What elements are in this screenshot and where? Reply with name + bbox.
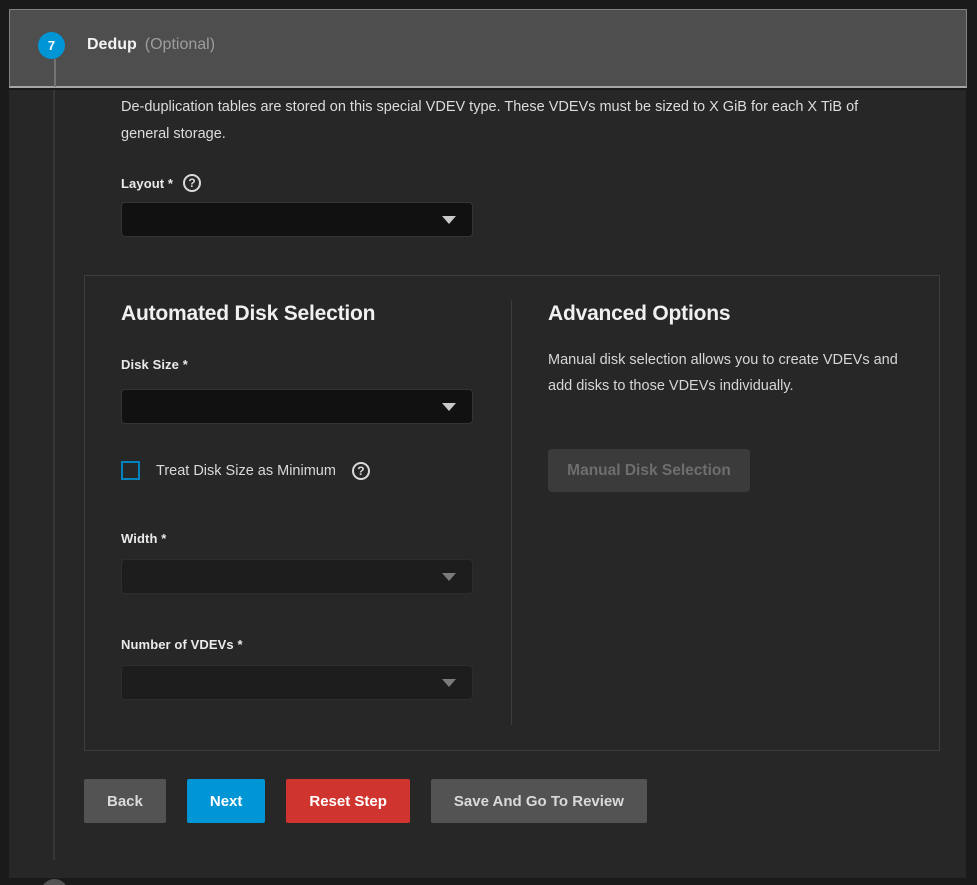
stepper-connector-line xyxy=(53,90,55,860)
next-button[interactable]: Next xyxy=(187,779,266,823)
automated-section-title: Automated Disk Selection xyxy=(121,302,375,326)
manual-disk-selection-button[interactable]: Manual Disk Selection xyxy=(548,449,750,492)
treat-disk-size-minimum-row: Treat Disk Size as Minimum ? xyxy=(121,461,370,480)
number-of-vdevs-label: Number of VDEVs * xyxy=(121,637,243,652)
treat-disk-size-minimum-checkbox[interactable] xyxy=(121,461,140,480)
width-label-row: Width * xyxy=(121,531,166,546)
step-optional-label: (Optional) xyxy=(145,36,215,54)
advanced-section-title: Advanced Options xyxy=(548,302,730,326)
help-icon[interactable]: ? xyxy=(183,174,201,192)
reset-step-button[interactable]: Reset Step xyxy=(286,779,410,823)
dropdown-arrow-icon xyxy=(442,216,456,224)
layout-label: Layout * xyxy=(121,176,173,191)
next-step-circle xyxy=(41,879,68,885)
step-description: De-duplication tables are stored on this… xyxy=(121,94,903,148)
step-number-badge: 7 xyxy=(38,32,65,59)
card-divider xyxy=(511,300,512,725)
advanced-section-description: Manual disk selection allows you to crea… xyxy=(548,347,908,399)
step-title: Dedup xyxy=(87,36,137,54)
dropdown-arrow-icon xyxy=(442,403,456,411)
treat-disk-size-minimum-label: Treat Disk Size as Minimum xyxy=(156,463,336,479)
dropdown-arrow-icon xyxy=(442,573,456,581)
layout-label-row: Layout * ? xyxy=(121,174,201,192)
step-action-bar: Back Next Reset Step Save And Go To Revi… xyxy=(84,779,647,823)
save-and-go-to-review-button[interactable]: Save And Go To Review xyxy=(431,779,647,823)
step-title-row: Dedup (Optional) xyxy=(87,36,215,54)
dedup-step-screen: 7 Dedup (Optional) De-duplication tables… xyxy=(0,0,977,885)
dropdown-arrow-icon xyxy=(442,679,456,687)
disk-size-label: Disk Size * xyxy=(121,357,188,372)
help-icon[interactable]: ? xyxy=(352,462,370,480)
step-header[interactable]: 7 Dedup (Optional) xyxy=(9,9,967,88)
disk-size-label-row: Disk Size * xyxy=(121,357,188,372)
disk-size-select[interactable] xyxy=(121,389,473,424)
layout-select[interactable] xyxy=(121,202,473,237)
number-of-vdevs-select[interactable] xyxy=(121,665,473,700)
width-label: Width * xyxy=(121,531,166,546)
back-button[interactable]: Back xyxy=(84,779,166,823)
width-select[interactable] xyxy=(121,559,473,594)
stepper-connector-line-top xyxy=(54,59,56,87)
number-of-vdevs-label-row: Number of VDEVs * xyxy=(121,637,243,652)
